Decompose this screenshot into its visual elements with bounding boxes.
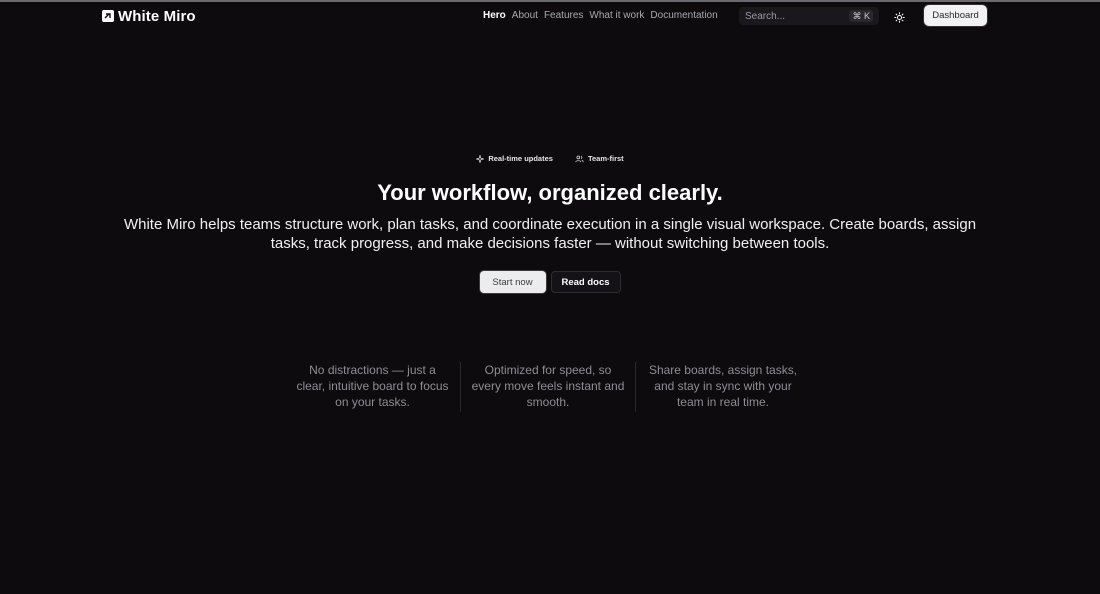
- brand-name: White Miro: [118, 7, 196, 25]
- start-now-button[interactable]: Start now: [479, 271, 546, 293]
- search-box: ⌘ K: [739, 7, 879, 25]
- nav-link-what-it-work[interactable]: What it work: [589, 9, 644, 23]
- dashboard-button[interactable]: Dashboard: [924, 5, 987, 26]
- theme-toggle-button[interactable]: [892, 10, 906, 24]
- nav-links: Hero About Features What it work Documen…: [483, 9, 718, 23]
- read-docs-button[interactable]: Read docs: [550, 271, 621, 293]
- search-input[interactable]: [739, 7, 845, 25]
- badge-label: Real-time updates: [488, 154, 553, 163]
- nav-link-documentation[interactable]: Documentation: [650, 9, 717, 23]
- hero-title: Your workflow, organized clearly.: [377, 180, 723, 205]
- sun-icon: [893, 11, 905, 23]
- feature-item: Share boards, assign tasks, and stay in …: [635, 362, 810, 412]
- navbar: White Miro Hero About Features What it w…: [0, 2, 1100, 30]
- search-shortcut-badge: ⌘ K: [849, 10, 873, 22]
- features-row: No distractions — just a clear, intuitiv…: [285, 362, 810, 412]
- badge-real-time: Real-time updates: [476, 154, 553, 163]
- feature-item: No distractions — just a clear, intuitiv…: [296, 363, 449, 409]
- users-icon: [575, 155, 584, 162]
- hero-badges: Real-time updates Team-first: [0, 154, 1100, 163]
- logo-icon: [102, 10, 114, 22]
- nav-link-about[interactable]: About: [512, 9, 538, 23]
- brand-link[interactable]: White Miro: [102, 7, 196, 25]
- nav-link-features[interactable]: Features: [544, 9, 583, 23]
- hero-cta-group: Start now Read docs: [0, 271, 1100, 293]
- sparkle-icon: [476, 154, 485, 163]
- nav-link-hero[interactable]: Hero: [483, 9, 506, 23]
- feature-item: Optimized for speed, so every move feels…: [460, 362, 635, 412]
- badge-team-first: Team-first: [575, 154, 624, 163]
- badge-label: Team-first: [587, 154, 624, 163]
- hero-description: White Miro helps teams structure work, p…: [123, 216, 977, 252]
